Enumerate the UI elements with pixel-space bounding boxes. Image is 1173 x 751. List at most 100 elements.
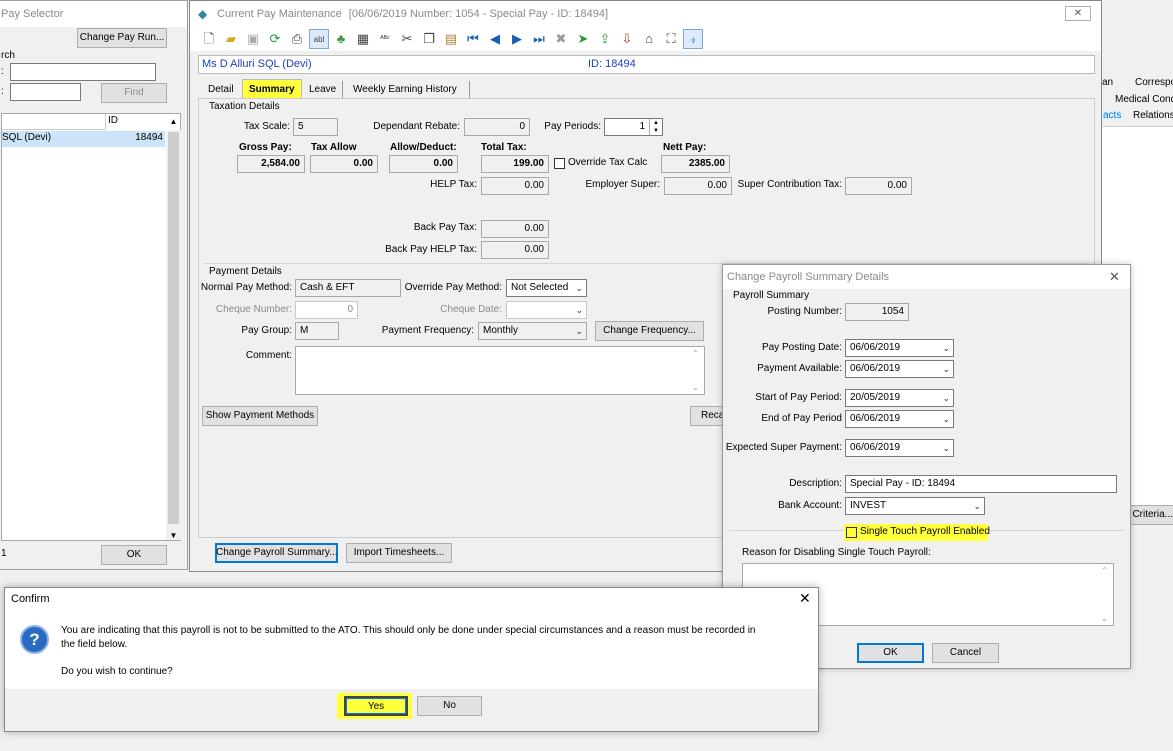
tax-scale-field[interactable]: 5 <box>293 118 338 136</box>
pay-periods-stepper[interactable]: 1 ▲ ▼ <box>604 118 663 136</box>
expected-super-payment-select[interactable]: 06/06/2019 ⌄ <box>845 439 954 457</box>
first-record-icon[interactable]: ⏮ <box>463 29 483 49</box>
export-icon[interactable]: ⇪ <box>595 29 615 49</box>
help-tax-field[interactable]: 0.00 <box>481 177 549 195</box>
stp-enabled-toggle[interactable]: Single Touch Payroll Enabled <box>844 524 990 541</box>
chevron-down-icon: ⌄ <box>942 364 950 374</box>
summary-ok-button[interactable]: OK <box>857 643 924 663</box>
normal-pay-method-field[interactable]: Cash & EFT <box>295 279 401 297</box>
close-icon[interactable]: ✕ <box>799 590 811 607</box>
no-button[interactable]: No <box>417 696 482 716</box>
list-scroll-up[interactable]: ▲ <box>166 114 181 130</box>
stepper-down-icon[interactable]: ▼ <box>649 127 662 135</box>
select-region-icon[interactable]: ⛶ <box>661 29 681 49</box>
table-row[interactable]: SQL (Devi) 18494 <box>2 131 165 147</box>
gross-pay-field[interactable]: 2,584.00 <box>237 155 305 173</box>
paste-icon[interactable]: ▤ <box>441 29 461 49</box>
list-scroll-down[interactable]: ▼ <box>166 531 181 540</box>
tab-detail[interactable]: Detail <box>202 81 240 99</box>
taxation-group-label: Taxation Details <box>209 101 280 112</box>
list-scrollbar[interactable]: ▼ <box>166 130 181 540</box>
tree-icon[interactable]: ♣ <box>331 29 351 49</box>
yes-button[interactable]: Yes <box>344 696 408 716</box>
refresh-icon[interactable]: ⟳ <box>265 29 285 49</box>
bg-tab-relations[interactable]: Relations <box>1133 110 1173 121</box>
nett-pay-field[interactable]: 2385.00 <box>661 155 730 173</box>
dependant-rebate-field[interactable]: 0 <box>464 118 530 136</box>
comment-label: Comment: <box>245 350 292 361</box>
employer-super-field[interactable]: 0.00 <box>664 177 732 195</box>
end-of-pay-period-select[interactable]: 06/06/2019 ⌄ <box>845 410 954 428</box>
show-payment-methods-button[interactable]: Show Payment Methods <box>202 406 318 426</box>
employee-bar: Ms D Alluri SQL (Devi) ID: 18494 <box>198 55 1095 74</box>
override-tax-calc-checkbox[interactable] <box>554 158 565 169</box>
delete-icon[interactable]: ✖ <box>551 29 571 49</box>
bg-tab-correspondence[interactable]: Correspo <box>1135 77 1173 88</box>
close-button[interactable]: ✕ <box>1065 6 1091 21</box>
spellcheck-icon[interactable]: ᴬᴮᶜ <box>375 29 395 49</box>
open-folder-icon[interactable]: ▰ <box>221 29 241 49</box>
copy-icon[interactable]: ❐ <box>419 29 439 49</box>
close-icon[interactable]: ✕ <box>1109 269 1120 285</box>
override-pay-method-select[interactable]: Not Selected ⌄ <box>506 279 587 297</box>
back-pay-help-tax-field[interactable]: 0.00 <box>481 241 549 259</box>
import-timesheets-button[interactable]: Import Timesheets... <box>346 543 452 563</box>
back-pay-tax-field[interactable]: 0.00 <box>481 220 549 238</box>
bg-tab-an[interactable]: an <box>1102 77 1113 88</box>
total-tax-field[interactable]: 199.00 <box>481 155 549 173</box>
tab-weekly-earning-history[interactable]: Weekly Earning History <box>347 81 470 99</box>
cheque-number-field[interactable]: 0 <box>295 301 358 319</box>
bg-tab-contacts[interactable]: acts <box>1100 110 1125 121</box>
bank-account-select[interactable]: INVEST ⌄ <box>845 497 985 515</box>
allow-deduct-field[interactable]: 0.00 <box>389 155 458 173</box>
calculator-icon[interactable]: ▦ <box>353 29 373 49</box>
pay-selector-title: Pay Selector <box>0 1 187 27</box>
payment-available-select[interactable]: 06/06/2019 ⌄ <box>845 360 954 378</box>
change-frequency-button[interactable]: Change Frequency... <box>595 321 704 341</box>
summary-cancel-button[interactable]: Cancel <box>932 643 999 663</box>
pay-group-label: Pay Group: <box>241 325 292 336</box>
next-record-icon[interactable]: ▶ <box>507 29 527 49</box>
tag-icon[interactable]: ⌂ <box>639 29 659 49</box>
bg-tab-medical[interactable]: Medical Condi <box>1115 94 1173 105</box>
save-icon[interactable]: ▣ <box>243 29 263 49</box>
arrow-green-icon[interactable]: ➤ <box>573 29 593 49</box>
new-document-icon[interactable]: 🗋 <box>199 29 219 49</box>
start-of-pay-period-select[interactable]: 20/05/2019 ⌄ <box>845 389 954 407</box>
cheque-date-select[interactable]: ⌄ <box>506 301 587 319</box>
print-icon[interactable]: ⎙ <box>287 29 307 49</box>
pay-posting-date-select[interactable]: 06/06/2019 ⌄ <box>845 339 954 357</box>
tab-leave[interactable]: Leave <box>303 81 344 99</box>
text-field-icon[interactable]: abl <box>309 29 329 49</box>
tax-allow-field[interactable]: 0.00 <box>310 155 378 173</box>
pay-group-field[interactable]: M <box>295 322 339 340</box>
list-scroll-thumb[interactable] <box>168 132 179 524</box>
cut-icon[interactable]: ✂ <box>397 29 417 49</box>
posting-number-field[interactable]: 1054 <box>845 303 909 321</box>
search-input-2[interactable] <box>10 83 81 101</box>
tab-summary[interactable]: Summary <box>242 79 302 99</box>
reason-scrollbar[interactable]: ⌃ ⌄ <box>1099 564 1113 625</box>
help-tax-label: HELP Tax: <box>430 179 477 190</box>
pin-icon[interactable]: ⍖ <box>683 29 703 49</box>
comment-textarea[interactable]: ⌃ ⌄ <box>295 346 705 395</box>
comment-scrollbar[interactable]: ⌃ ⌄ <box>690 347 704 394</box>
payment-frequency-select[interactable]: Monthly ⌄ <box>478 322 587 340</box>
employee-list[interactable]: ID ▲ SQL (Devi) 18494 ▼ <box>1 113 181 541</box>
selector-ok-button[interactable]: OK <box>101 545 167 565</box>
import-icon[interactable]: ⇩ <box>617 29 637 49</box>
search-input-1[interactable] <box>10 63 156 81</box>
employee-id: ID: 18494 <box>588 58 636 70</box>
super-contribution-tax-field[interactable]: 0.00 <box>845 177 912 195</box>
previous-record-icon[interactable]: ◀ <box>485 29 505 49</box>
col-id-header[interactable]: ID <box>108 115 118 126</box>
stepper-up-icon[interactable]: ▲ <box>649 119 662 127</box>
change-payroll-summary-button[interactable]: Change Payroll Summary... <box>215 543 338 563</box>
find-button[interactable]: Find <box>101 83 167 103</box>
description-input[interactable]: Special Pay - ID: 18494 <box>845 475 1117 493</box>
last-record-icon[interactable]: ⏭ <box>529 29 549 49</box>
stp-enabled-checkbox[interactable] <box>846 527 857 538</box>
employee-name: Ms D Alluri SQL (Devi) <box>202 58 312 70</box>
change-pay-run-button[interactable]: Change Pay Run... <box>77 28 167 48</box>
cheque-number-label: Cheque Number: <box>215 304 292 315</box>
